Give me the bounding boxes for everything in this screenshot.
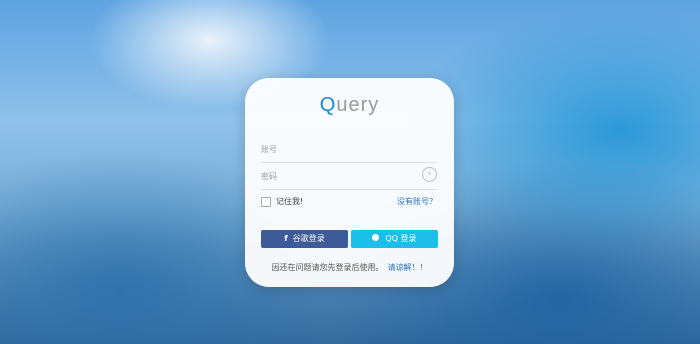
facebook-icon: f: [284, 234, 288, 243]
password-field[interactable]: 密码 ›: [261, 163, 437, 190]
logo-letter-q: Q: [319, 94, 337, 116]
logo-text: uery: [336, 94, 380, 116]
notice: 因还在问题请您先登录后使用。 请谅解！！: [245, 262, 454, 273]
remember-checkbox[interactable]: [261, 196, 271, 207]
login-card: Query 账号 密码 › 记住我! 没有账号？ f 谷歌登录 QQ 登录 因还在…: [245, 78, 454, 287]
logo: Query: [245, 94, 454, 117]
remember-label: 记住我!: [276, 197, 304, 206]
qq-login-label: QQ 登录: [385, 234, 417, 243]
notice-text: 因还在问题请您先登录后使用。: [271, 263, 384, 272]
qq-login-button[interactable]: QQ 登录: [351, 230, 438, 248]
google-login-button[interactable]: f 谷歌登录: [261, 230, 348, 248]
arrow-right-icon[interactable]: ›: [422, 167, 437, 182]
account-field[interactable]: 账号: [261, 136, 437, 163]
password-placeholder: 密码: [261, 172, 277, 181]
remember-me[interactable]: 记住我!: [261, 196, 303, 207]
account-placeholder: 账号: [261, 145, 277, 154]
notice-link[interactable]: 请谅解！！: [388, 263, 428, 272]
google-login-label: 谷歌登录: [292, 234, 325, 243]
no-account-link[interactable]: 没有账号？: [397, 196, 437, 207]
qq-icon: [372, 234, 380, 241]
